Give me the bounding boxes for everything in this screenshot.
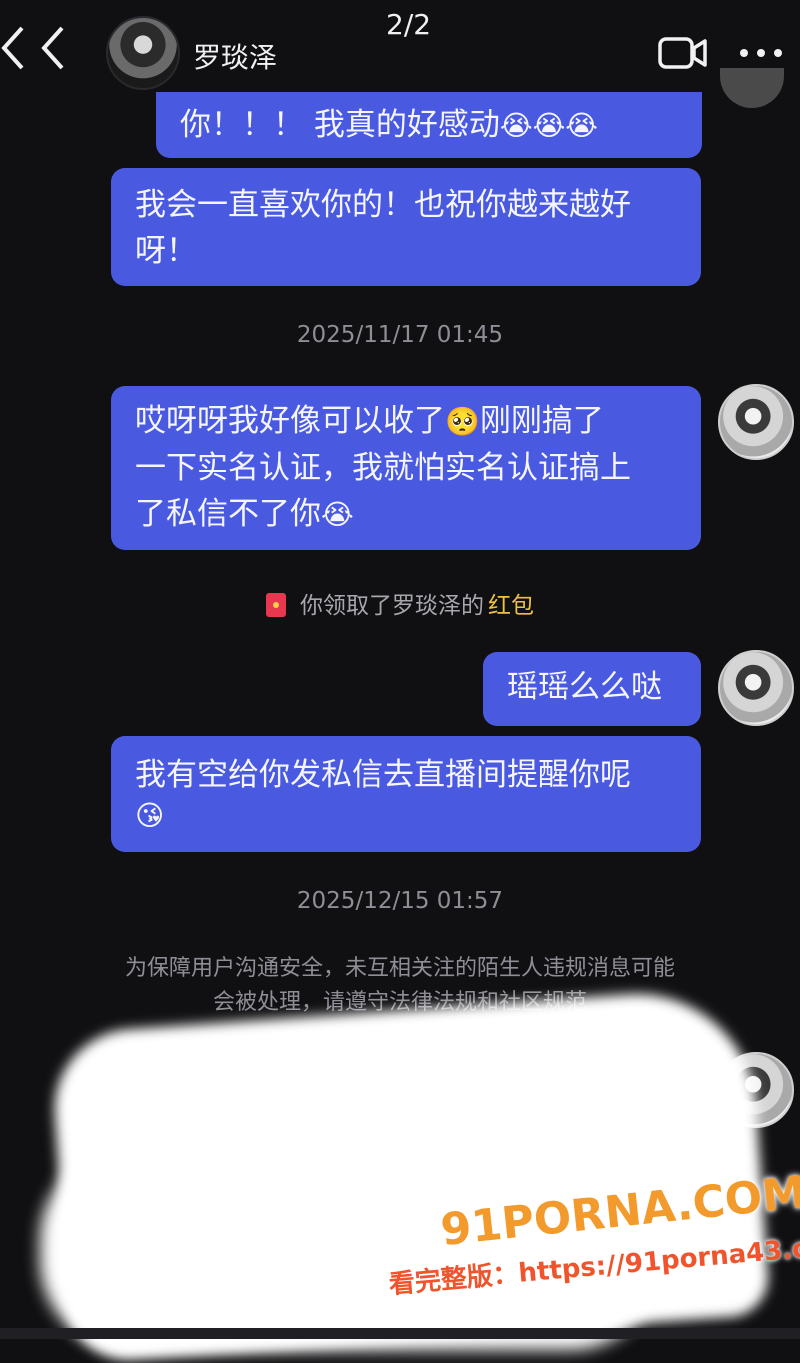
message-bubble[interactable]: 我会一直喜欢你的！也祝你越来越好呀！ (111, 168, 701, 286)
red-packet-link[interactable]: 红包 (488, 593, 534, 619)
message-text: 哎呀呀我好像可以收了 (135, 403, 445, 439)
message-text: 了私信不了你 (135, 496, 321, 532)
message-text: 一下实名认证，我就怕实名认证搞上 (135, 450, 631, 486)
chevron-left-icon (1, 26, 64, 70)
contact-avatar[interactable] (106, 16, 180, 90)
message-bubble[interactable]: 你！！！ 我真的好感动😭😭😭 (156, 92, 702, 158)
video-call-icon[interactable] (658, 36, 708, 70)
message-text: 刚刚搞了 (479, 403, 604, 439)
message-text: 我会一直喜欢你的！也祝你越来越好呀！ (135, 187, 631, 269)
chat-header: 罗琰泽 2/2 (0, 0, 800, 100)
avatar[interactable] (718, 384, 794, 460)
message-bubble[interactable]: 瑶瑶么么哒 (483, 652, 701, 726)
crying-emoji-icon: 😭😭😭 (499, 109, 599, 142)
contact-name[interactable]: 罗琰泽 (193, 36, 277, 76)
page-indicator: 2/2 (386, 8, 432, 41)
message-bubble[interactable]: 我有空给你发私信去直播间提醒你呢 😘 (111, 736, 701, 852)
more-icon[interactable] (738, 40, 784, 66)
crying-emoji-icon: 😭 (321, 498, 354, 531)
notice-line: 为保障用户沟通安全，未互相关注的陌生人违规消息可能 (124, 956, 675, 981)
message-text: 瑶瑶么么哒 (507, 669, 662, 705)
red-packet-text: 你领取了罗琰泽的 (300, 593, 484, 619)
kissing-emoji-icon: 😘 (135, 799, 165, 832)
avatar[interactable] (718, 650, 794, 726)
red-packet-notice: 你领取了罗琰泽的 红包 (0, 586, 800, 620)
message-text: 你！！！ 我真的好感动 (180, 107, 500, 143)
pleading-emoji-icon: 🥺 (445, 405, 480, 438)
message-bubble[interactable]: 哎呀呀我好像可以收了🥺刚刚搞了 一下实名认证，我就怕实名认证搞上 了私信不了你😭 (111, 386, 701, 550)
avatar[interactable] (720, 68, 784, 108)
red-packet-icon (266, 593, 286, 617)
message-text: 我有空给你发私信去直播间提醒你呢 (135, 757, 631, 793)
timestamp: 2025/11/17 01:45 (296, 322, 504, 348)
back-button[interactable] (0, 22, 80, 78)
timestamp: 2025/12/15 01:57 (296, 888, 504, 914)
thumbnail-strip (0, 1328, 800, 1339)
